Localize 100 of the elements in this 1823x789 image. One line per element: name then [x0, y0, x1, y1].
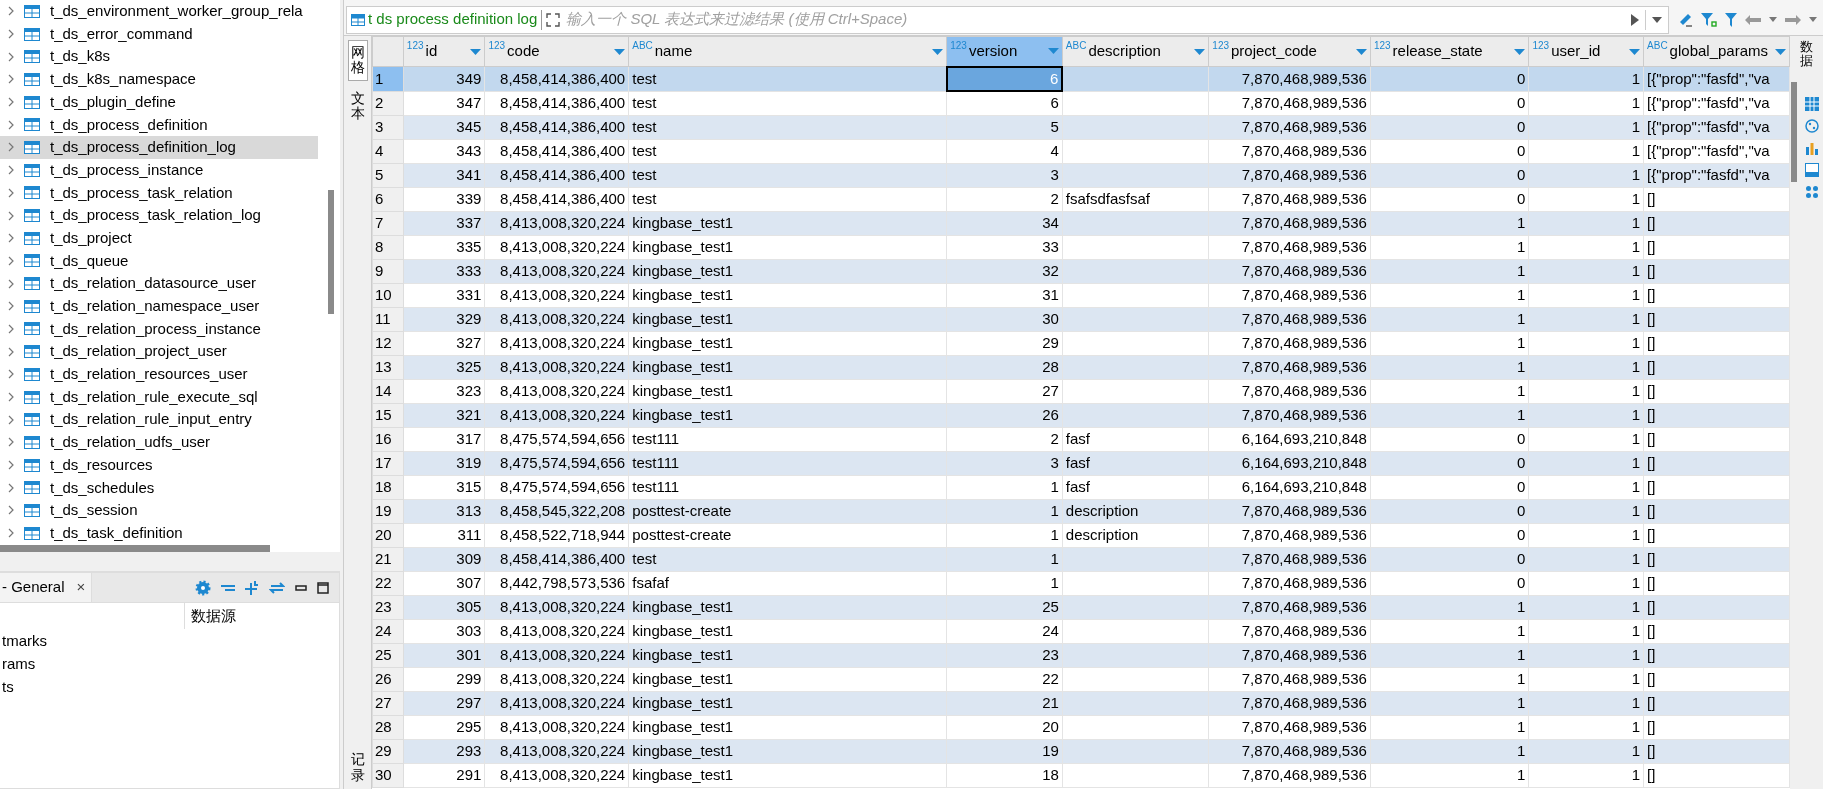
- expand-chevron-icon[interactable]: [8, 528, 14, 539]
- row-number[interactable]: 23: [372, 595, 404, 619]
- grid-icon[interactable]: [1804, 96, 1819, 111]
- row-number[interactable]: 15: [372, 403, 404, 427]
- panel-tab[interactable]: - General ×: [0, 573, 92, 602]
- sort-caret-icon[interactable]: [1194, 48, 1206, 55]
- row-number[interactable]: 18: [372, 475, 404, 499]
- tree-item[interactable]: t_ds_resources: [0, 453, 318, 477]
- row-number[interactable]: 14: [372, 379, 404, 403]
- row-number[interactable]: 9: [372, 259, 404, 283]
- tree-item[interactable]: t_ds_session: [0, 499, 318, 522]
- bar-chart-icon[interactable]: [1804, 140, 1819, 155]
- row-number[interactable]: 24: [372, 619, 404, 643]
- tree-item[interactable]: t_ds_relation_process_instance: [0, 317, 318, 341]
- expand-chevron-icon[interactable]: [8, 51, 14, 62]
- tree-item[interactable]: t_ds_relation_udfs_user: [0, 431, 318, 454]
- row-number[interactable]: 27: [372, 691, 404, 715]
- tree-item[interactable]: t_ds_process_definition_log: [0, 136, 318, 159]
- editor-tab-title[interactable]: t ds process definition log: [368, 8, 538, 31]
- expand-chevron-icon[interactable]: [8, 460, 14, 471]
- expand-chevron-icon[interactable]: [8, 301, 14, 312]
- row-number[interactable]: 11: [372, 307, 404, 331]
- filter-icon[interactable]: [1725, 12, 1737, 27]
- row-number[interactable]: 21: [372, 547, 404, 571]
- expand-chevron-icon[interactable]: [8, 505, 14, 516]
- expand-chevron-icon[interactable]: [8, 97, 14, 108]
- back-arrow-icon[interactable]: [1745, 14, 1761, 25]
- tree-item[interactable]: rams: [0, 652, 339, 675]
- sort-caret-icon[interactable]: [932, 48, 944, 55]
- row-number[interactable]: 17: [372, 451, 404, 475]
- collapse-icon[interactable]: [221, 583, 235, 592]
- tree-item[interactable]: t_ds_relation_namespace_user: [0, 294, 318, 318]
- fullscreen-icon[interactable]: [546, 12, 561, 27]
- tree-item[interactable]: t_ds_schedules: [0, 476, 318, 500]
- expand-chevron-icon[interactable]: [8, 74, 14, 85]
- expand-chevron-icon[interactable]: [8, 278, 14, 289]
- row-number[interactable]: 10: [372, 283, 404, 307]
- side-tab[interactable]: 网格: [347, 40, 368, 81]
- expand-chevron-icon[interactable]: [8, 29, 14, 40]
- scrollbar[interactable]: [0, 545, 270, 552]
- expand-chevron-icon[interactable]: [8, 210, 14, 221]
- row-number[interactable]: 2: [372, 91, 404, 115]
- expand-chevron-icon[interactable]: [8, 482, 14, 493]
- filter-icon[interactable]: [1701, 12, 1717, 27]
- expand-chevron-icon[interactable]: [8, 187, 14, 198]
- tree-item[interactable]: t_ds_relation_project_user: [0, 340, 318, 363]
- tree-item[interactable]: t_ds_process_instance: [0, 158, 318, 182]
- sort-caret-icon[interactable]: [614, 48, 626, 55]
- row-number[interactable]: 25: [372, 643, 404, 667]
- dropdown-caret-icon[interactable]: [1652, 16, 1662, 23]
- sort-caret-icon[interactable]: [1629, 48, 1641, 55]
- expand-chevron-icon[interactable]: [8, 323, 14, 334]
- minimize-icon[interactable]: [295, 584, 307, 591]
- expand-chevron-icon[interactable]: [8, 6, 14, 17]
- tree-item[interactable]: t_ds_task_definition: [0, 521, 318, 545]
- sort-caret-icon[interactable]: [1355, 48, 1367, 55]
- filter-input-field[interactable]: t ds process definition log 输入一个 SQL 表达式来过滤结果 (使用 Ctrl+Space): [346, 5, 1669, 34]
- tree-item[interactable]: t_ds_error_command: [0, 22, 318, 46]
- tree-item[interactable]: t_ds_plugin_define: [0, 90, 318, 114]
- side-tab[interactable]: 记录: [350, 752, 365, 783]
- sort-caret-icon[interactable]: [1775, 48, 1786, 55]
- side-tab[interactable]: 文本: [348, 86, 367, 126]
- tree-item[interactable]: t_ds_project: [0, 226, 318, 250]
- play-icon[interactable]: [1631, 13, 1639, 26]
- row-number[interactable]: 26: [372, 667, 404, 691]
- panel-icon[interactable]: [1804, 162, 1819, 177]
- expand-chevron-icon[interactable]: [8, 369, 14, 380]
- scrollbar[interactable]: [328, 190, 334, 314]
- row-number[interactable]: 4: [372, 139, 404, 163]
- row-number[interactable]: 12: [372, 331, 404, 355]
- dropdown-caret-icon[interactable]: [1809, 17, 1817, 22]
- expand-icon[interactable]: [245, 580, 259, 595]
- tree-item[interactable]: tmarks: [0, 629, 339, 652]
- close-icon[interactable]: ×: [76, 576, 86, 599]
- row-number[interactable]: 3: [372, 115, 404, 139]
- nodes-icon[interactable]: [1804, 184, 1819, 199]
- expand-chevron-icon[interactable]: [8, 119, 14, 130]
- row-number[interactable]: 13: [372, 355, 404, 379]
- tab-label[interactable]: - General: [2, 576, 65, 599]
- tree-item[interactable]: t_ds_process_definition: [0, 113, 318, 137]
- forward-arrow-icon[interactable]: [1785, 14, 1801, 25]
- dropdown-caret-icon[interactable]: [1769, 17, 1777, 22]
- maximize-icon[interactable]: [317, 581, 329, 594]
- row-number[interactable]: 19: [372, 499, 404, 523]
- tree-item[interactable]: ts: [0, 675, 339, 698]
- expand-chevron-icon[interactable]: [8, 346, 14, 357]
- expand-chevron-icon[interactable]: [8, 233, 14, 244]
- tree-item[interactable]: t_ds_environment_worker_group_rela: [0, 0, 318, 23]
- row-number[interactable]: 28: [372, 715, 404, 739]
- tree-item[interactable]: t_ds_k8s_namespace: [0, 68, 318, 91]
- sort-caret-icon[interactable]: [470, 48, 482, 55]
- expand-chevron-icon[interactable]: [8, 255, 14, 266]
- tree-item[interactable]: t_ds_queue: [0, 249, 318, 273]
- tree-item[interactable]: t_ds_process_task_relation_log: [0, 204, 318, 227]
- row-number[interactable]: 1: [372, 66, 404, 91]
- link-arrows-icon[interactable]: [269, 581, 285, 594]
- sort-caret-icon[interactable]: [1514, 48, 1526, 55]
- expand-chevron-icon[interactable]: [8, 414, 14, 425]
- row-number[interactable]: 16: [372, 427, 404, 451]
- tree-item[interactable]: t_ds_relation_resources_user: [0, 363, 318, 386]
